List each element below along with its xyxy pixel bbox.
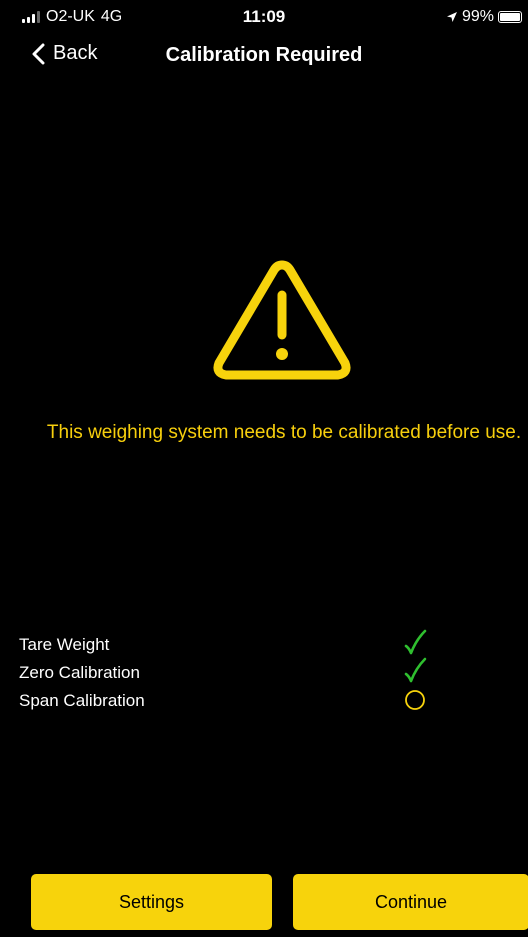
warning-triangle-icon — [211, 255, 353, 385]
battery-level-fill — [500, 13, 520, 21]
checkmark-icon — [402, 656, 428, 684]
settings-button-label: Settings — [118, 891, 185, 912]
page-title: Calibration Required — [165, 44, 363, 66]
checklist-item-span-calibration: Span Calibration — [19, 690, 489, 718]
location-arrow-icon — [446, 11, 458, 23]
continue-button-label: Continue — [374, 891, 448, 912]
calibration-checklist: Tare Weight Zero Calibration Span Calibr… — [19, 629, 489, 718]
checklist-item-label: Tare Weight — [19, 635, 110, 654]
battery-icon — [498, 11, 522, 23]
navigation-bar: Back Calibration Required — [0, 34, 528, 78]
checkmark-icon — [402, 628, 428, 656]
battery-percent: 99% — [461, 8, 494, 25]
status-right: 99% — [446, 8, 522, 26]
status-bar: O2-UK 4G 11:09 99% — [0, 0, 528, 34]
calibration-screen: O2-UK 4G 11:09 99% Back Calibration Requ… — [0, 0, 528, 937]
warning-message: This weighing system needs to be calibra… — [46, 422, 522, 443]
pending-circle-icon — [402, 684, 428, 712]
checklist-item-label: Zero Calibration — [19, 663, 140, 682]
continue-button[interactable]: Continue — [293, 874, 528, 930]
checklist-item-label: Span Calibration — [19, 691, 145, 710]
settings-button[interactable]: Settings — [31, 874, 272, 930]
